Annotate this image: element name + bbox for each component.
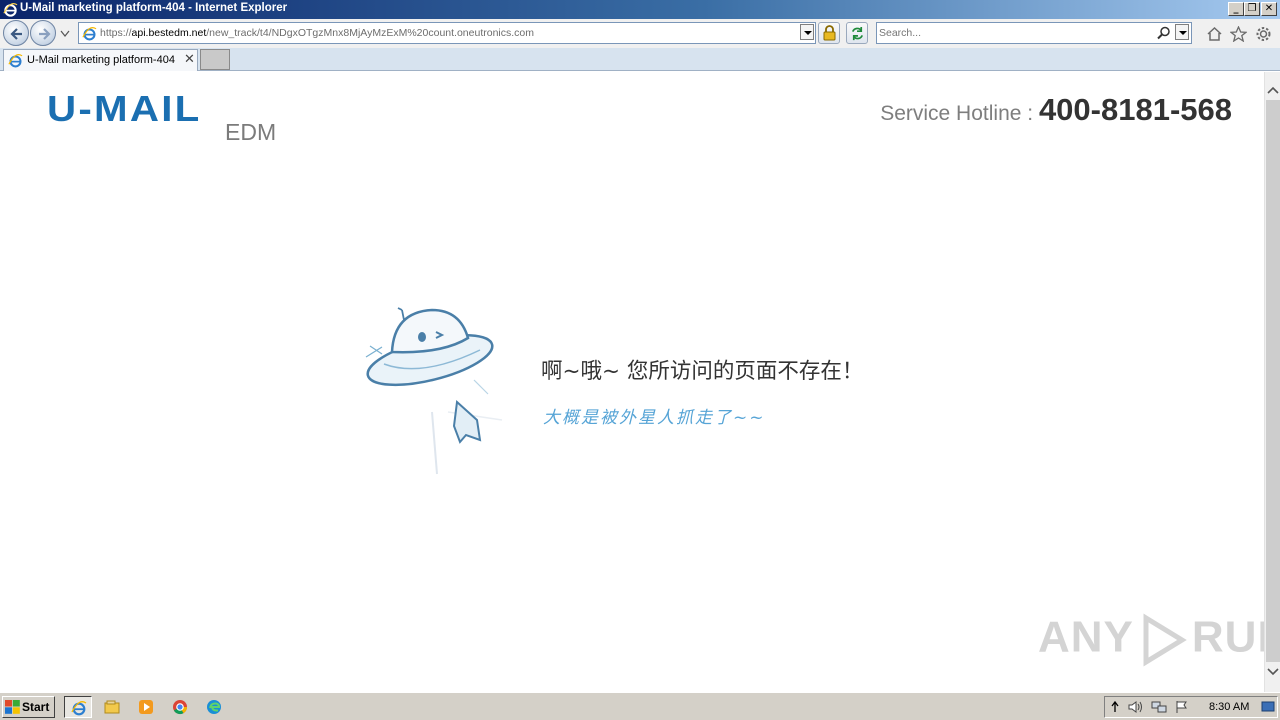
window-title: U-Mail marketing platform-404 - Internet…	[20, 2, 288, 14]
lock-icon	[823, 25, 836, 41]
tab-close-icon[interactable]: ✕	[184, 52, 195, 67]
favorites-star-icon[interactable]	[1230, 26, 1247, 42]
watermark-right-text: RUN	[1191, 612, 1264, 662]
taskbar-app-media-player[interactable]	[132, 696, 160, 718]
explorer-icon	[104, 700, 120, 714]
address-bar[interactable]: https://api.bestedm.net/new_track/t4/NDg…	[78, 22, 816, 44]
windows-flag-icon	[5, 700, 20, 714]
error-title: 啊~哦~ 您所访问的页面不存在！	[541, 359, 864, 384]
url-prefix: https://	[100, 27, 132, 39]
search-box[interactable]	[876, 22, 1192, 44]
address-url: https://api.bestedm.net/new_track/t4/NDg…	[100, 27, 534, 39]
watermark-left-text: ANY	[1038, 612, 1134, 662]
ie-icon	[71, 701, 87, 716]
media-player-icon	[139, 700, 153, 714]
show-desktop-icon[interactable]	[1261, 700, 1275, 714]
edge-icon	[207, 700, 221, 714]
taskbar: Start 8:30 AM	[0, 692, 1280, 720]
network-icon[interactable]	[1151, 700, 1167, 714]
error-subtitle: 大概是被外星人抓走了~~	[543, 408, 766, 428]
search-icon[interactable]	[1157, 26, 1171, 40]
back-arrow-icon	[10, 28, 22, 40]
taskbar-app-ie[interactable]	[64, 696, 92, 718]
forward-arrow-icon	[39, 28, 51, 40]
hotline-number: 400-8181-568	[1038, 92, 1232, 127]
volume-icon[interactable]	[1127, 700, 1143, 714]
url-path: /new_track/t4/NDgxOTgzMnx8MjAyMzExM%20co…	[206, 27, 534, 39]
taskbar-app-chrome[interactable]	[166, 696, 194, 718]
anyrun-watermark: ANY RUN	[1038, 612, 1264, 668]
refresh-icon	[852, 26, 863, 41]
navigation-bar: https://api.bestedm.net/new_track/t4/NDg…	[0, 19, 1280, 48]
ie-page-icon	[82, 26, 97, 41]
address-dropdown-button[interactable]	[800, 24, 814, 40]
vertical-scrollbar[interactable]	[1264, 72, 1280, 692]
settings-gear-icon[interactable]	[1255, 26, 1272, 42]
window-titlebar[interactable]: U-Mail marketing platform-404 - Internet…	[0, 0, 1280, 19]
start-button[interactable]: Start	[2, 696, 55, 718]
web-page: U-MAIL EDM Service Hotline : 400-8181-56…	[0, 72, 1264, 692]
security-lock-button[interactable]	[818, 22, 840, 44]
scroll-down-arrow-icon[interactable]	[1265, 664, 1280, 680]
history-dropdown-icon[interactable]	[60, 30, 70, 38]
flag-icon[interactable]	[1175, 700, 1189, 714]
scroll-up-arrow-icon[interactable]	[1265, 82, 1280, 98]
back-button[interactable]	[3, 20, 29, 46]
maximize-button[interactable]: ❐	[1244, 2, 1260, 16]
forward-button[interactable]	[30, 20, 56, 46]
scrollbar-thumb[interactable]	[1266, 100, 1280, 662]
close-window-button[interactable]: ✕	[1261, 2, 1277, 16]
tray-expand-icon[interactable]	[1110, 700, 1120, 714]
ie-logo-icon	[3, 2, 18, 17]
refresh-button[interactable]	[846, 22, 868, 44]
taskbar-app-explorer[interactable]	[98, 696, 126, 718]
tab-label: U-Mail marketing platform-404	[27, 54, 175, 66]
taskbar-app-edge[interactable]	[200, 696, 228, 718]
clock[interactable]: 8:30 AM	[1209, 701, 1249, 713]
search-input[interactable]	[879, 25, 1149, 41]
ufo-icon	[365, 307, 503, 475]
logo-text: U-MAIL	[47, 88, 202, 129]
new-tab-button[interactable]	[200, 49, 230, 70]
tab-umail-404[interactable]: U-Mail marketing platform-404 ✕	[3, 49, 198, 71]
home-icon[interactable]	[1206, 26, 1223, 42]
ie-tab-icon	[8, 53, 23, 68]
url-domain: api.bestedm.net	[131, 27, 207, 39]
play-triangle-icon	[1143, 613, 1187, 667]
start-label: Start	[22, 700, 50, 714]
logo-suffix: EDM	[225, 119, 277, 145]
minimize-button[interactable]: _	[1228, 2, 1244, 16]
hotline-label: Service Hotline :	[880, 102, 1039, 125]
tab-bar: U-Mail marketing platform-404 ✕	[0, 48, 1280, 71]
search-dropdown-button[interactable]	[1175, 24, 1189, 40]
service-hotline: Service Hotline : 400-8181-568	[880, 92, 1232, 128]
chrome-icon	[173, 700, 188, 715]
system-tray: 8:30 AM	[1104, 696, 1278, 718]
